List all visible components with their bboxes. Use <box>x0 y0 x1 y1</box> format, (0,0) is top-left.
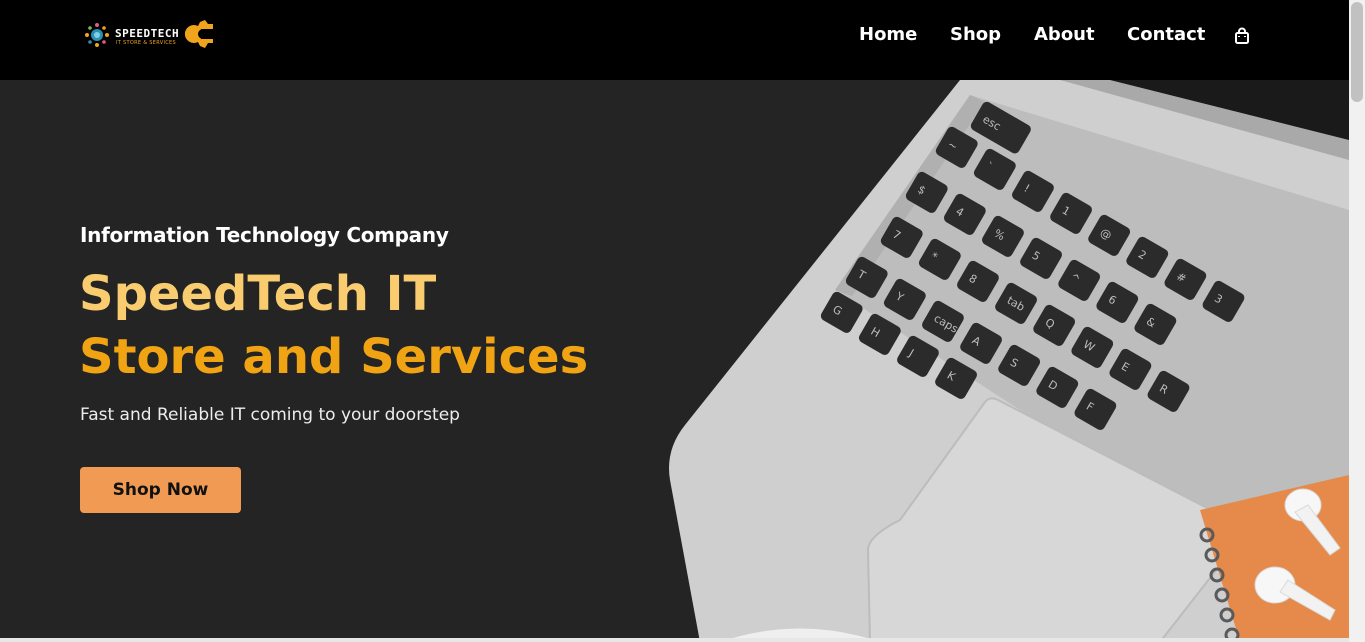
hero-eyebrow: Information Technology Company <box>80 223 449 247</box>
nav-shop-link[interactable]: Shop <box>950 24 1001 45</box>
nav-contact-link[interactable]: Contact <box>1127 24 1205 45</box>
hero-title-line2: Store and Services <box>79 329 589 385</box>
laptop-hero-image: esc~`!1@2#3$4%5^6&7*8tabQWERTYcaps lockA… <box>669 80 1349 642</box>
nav-about-link[interactable]: About <box>1034 24 1095 45</box>
shop-now-button[interactable]: Shop Now <box>80 467 241 513</box>
hero-tagline: Fast and Reliable IT coming to your door… <box>80 405 460 425</box>
hero-section: Information Technology Company SpeedTech… <box>0 80 1349 642</box>
main-nav: Home Shop About Contact <box>0 24 1349 48</box>
scrollbar-thumb[interactable] <box>1351 2 1363 102</box>
bottom-edge-bar <box>0 638 1349 642</box>
hero-title-line1: SpeedTech IT <box>79 266 437 322</box>
shopping-bag-icon[interactable] <box>1233 27 1251 45</box>
top-navbar: SPEEDTECH IT STORE & SERVICES Home Shop … <box>0 0 1349 80</box>
nav-home-link[interactable]: Home <box>859 24 917 45</box>
